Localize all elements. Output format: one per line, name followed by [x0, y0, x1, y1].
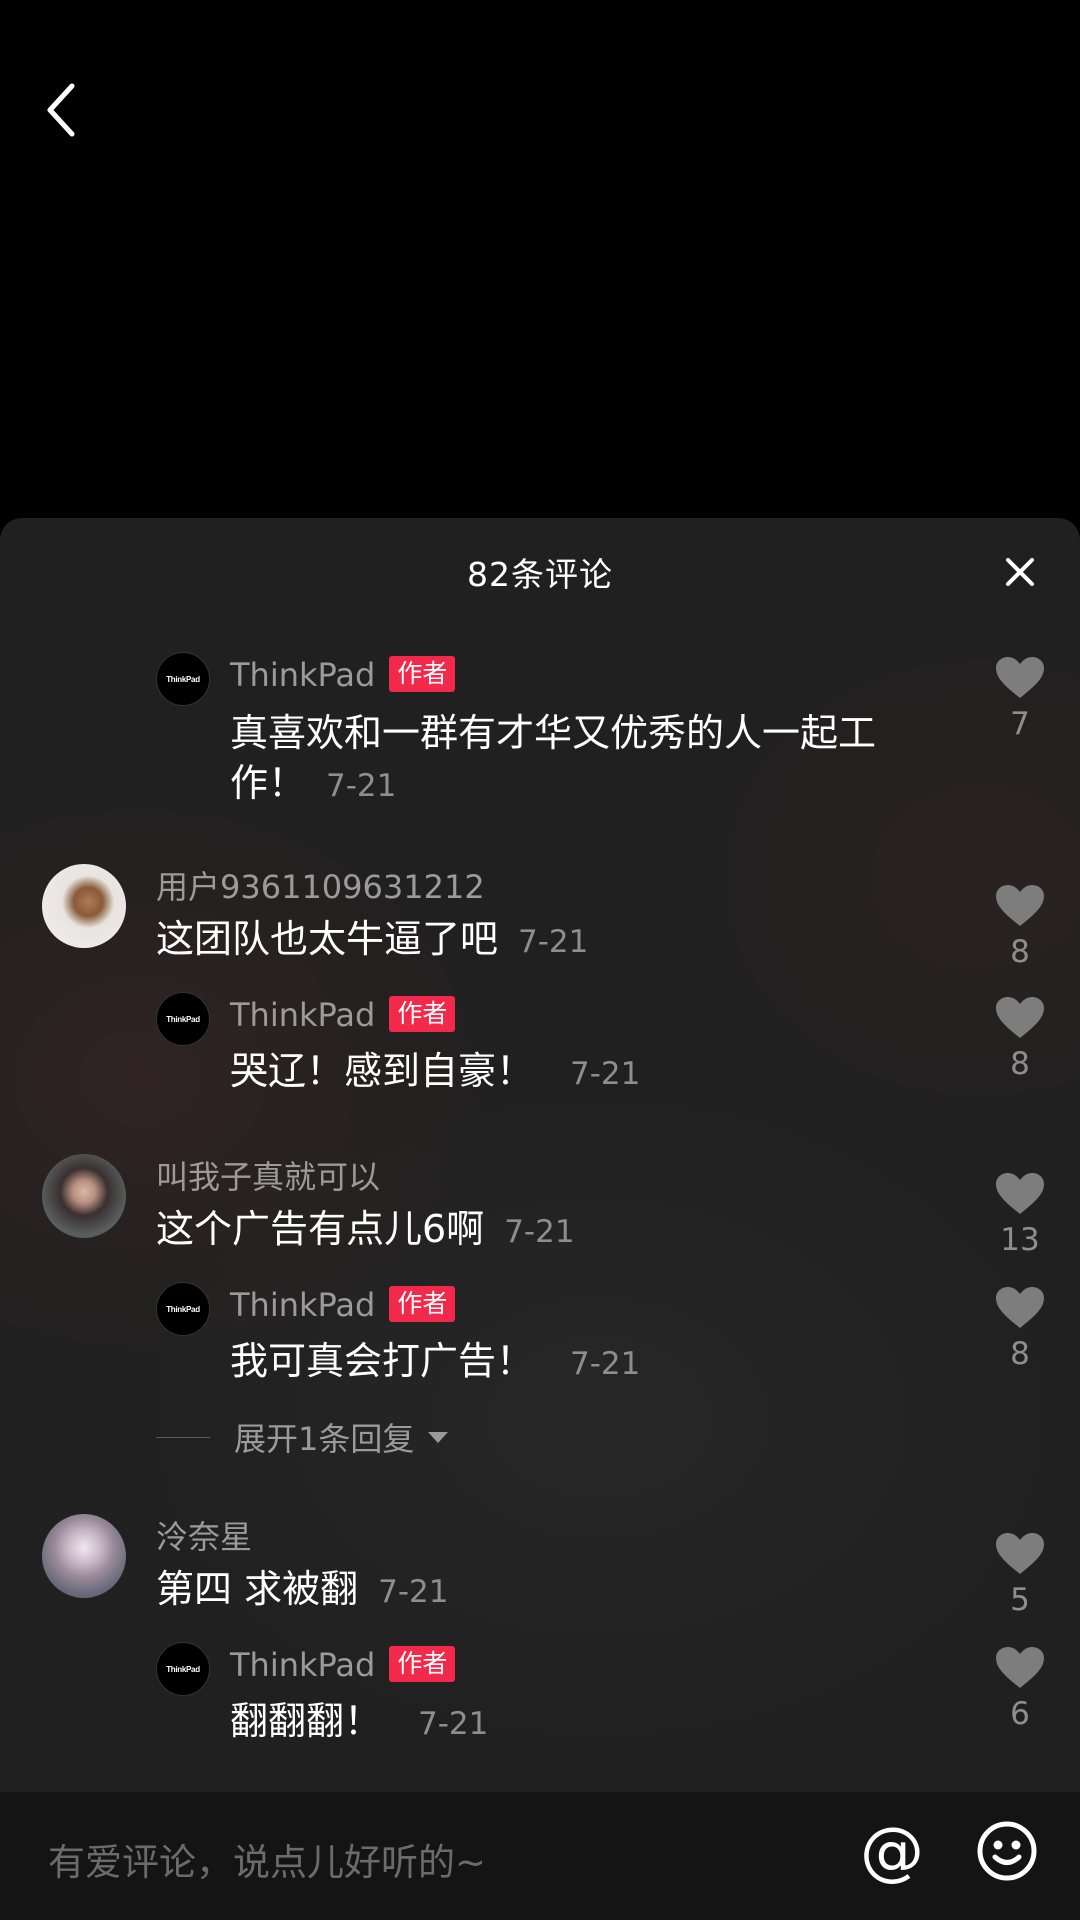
heart-icon: [996, 1173, 1044, 1214]
comments-title: 82条评论: [467, 555, 613, 594]
smiley-icon[interactable]: [976, 1820, 1038, 1882]
avatar[interactable]: ThinkPad: [156, 652, 210, 706]
like-button[interactable]: 8: [990, 1286, 1050, 1372]
expand-replies-label: 展开1条回复: [234, 1420, 415, 1458]
like-count: 8: [1010, 934, 1030, 970]
expand-replies-button[interactable]: 展开1条回复: [156, 1414, 449, 1460]
like-button[interactable]: 8: [990, 884, 1050, 970]
comment-text[interactable]: 翻翻翻！ 7-21: [230, 1696, 930, 1749]
author-badge: 作者: [389, 1646, 456, 1682]
chevron-left-icon: [47, 83, 75, 137]
comment-text[interactable]: 哭辽！感到自豪！ 7-21: [230, 1046, 930, 1099]
like-count: 7: [1010, 706, 1030, 742]
comment-time: 7-21: [418, 1706, 489, 1742]
like-button[interactable]: 8: [990, 996, 1050, 1082]
heart-icon: [996, 657, 1044, 698]
heart-icon: [996, 1287, 1044, 1328]
like-button[interactable]: 5: [990, 1532, 1050, 1618]
caret-down-icon: [428, 1431, 449, 1443]
username[interactable]: ThinkPad 作者: [230, 1286, 456, 1324]
comment-input-bar: 有爱评论，说点儿好听的~ @: [0, 1792, 1080, 1920]
comment-time: 7-21: [504, 1214, 575, 1250]
avatar[interactable]: ThinkPad: [156, 1282, 210, 1336]
like-count: 8: [1010, 1046, 1030, 1082]
username[interactable]: ThinkPad 作者: [230, 1646, 456, 1684]
username[interactable]: 用户9361109631212: [156, 862, 485, 908]
like-count: 6: [1010, 1696, 1030, 1732]
comment-time: 7-21: [570, 1346, 641, 1382]
close-button[interactable]: [1002, 554, 1038, 590]
comment-time: 7-21: [326, 768, 397, 804]
username[interactable]: ThinkPad 作者: [230, 996, 456, 1034]
comments-panel: 82条评论 ThinkPad ThinkPad 作者 真喜欢和一群有才华又优秀的人…: [0, 518, 1080, 1920]
username[interactable]: 泠奈星: [156, 1512, 252, 1558]
author-badge: 作者: [389, 656, 456, 692]
like-count: 5: [1010, 1582, 1030, 1618]
close-icon: [1006, 558, 1034, 586]
avatar[interactable]: ThinkPad: [156, 992, 210, 1046]
author-badge: 作者: [389, 1286, 456, 1322]
comment-time: 7-21: [518, 924, 589, 960]
username[interactable]: 叫我子真就可以: [156, 1152, 380, 1198]
avatar[interactable]: ThinkPad: [156, 1642, 210, 1696]
like-button[interactable]: 7: [990, 656, 1050, 742]
divider-line: [156, 1436, 210, 1438]
like-button[interactable]: 6: [990, 1646, 1050, 1732]
back-button[interactable]: [36, 80, 86, 140]
heart-icon: [996, 997, 1044, 1038]
comment-time: 7-21: [570, 1056, 641, 1092]
like-button[interactable]: 13: [990, 1172, 1050, 1258]
comment-text[interactable]: 这个广告有点儿6啊 7-21: [156, 1204, 856, 1257]
like-count: 13: [1000, 1222, 1040, 1258]
at-mention-icon[interactable]: @: [858, 1818, 926, 1886]
author-badge: 作者: [389, 996, 456, 1032]
avatar[interactable]: [42, 1154, 126, 1238]
heart-icon: [996, 1647, 1044, 1688]
avatar[interactable]: [42, 1514, 126, 1598]
comment-text[interactable]: 第四 求被翻 7-21: [156, 1564, 856, 1617]
heart-icon: [996, 885, 1044, 926]
comment-text[interactable]: 这团队也太牛逼了吧 7-21: [156, 914, 856, 967]
comment-text[interactable]: 我可真会打广告！ 7-21: [230, 1336, 930, 1389]
avatar[interactable]: [42, 864, 126, 948]
heart-icon: [996, 1533, 1044, 1574]
like-count: 8: [1010, 1336, 1030, 1372]
username[interactable]: ThinkPad 作者: [230, 656, 456, 694]
comment-input[interactable]: 有爱评论，说点儿好听的~: [48, 1832, 486, 1886]
comment-text[interactable]: 真喜欢和一群有才华又优秀的人一起工 作！ 7-21: [230, 708, 930, 811]
comment-time: 7-21: [378, 1574, 449, 1610]
